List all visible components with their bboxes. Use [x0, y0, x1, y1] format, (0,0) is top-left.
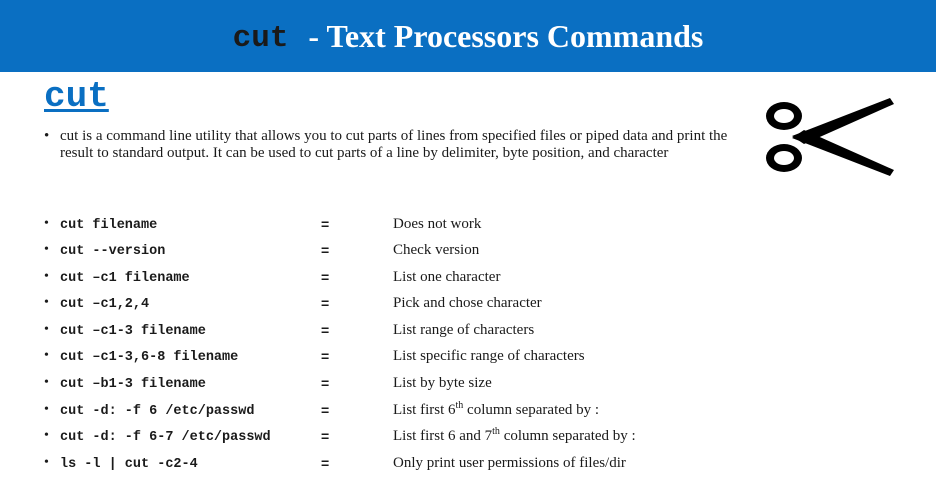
equals-sign: =	[321, 269, 330, 285]
command-text: cut –c1-3,6-8 filename	[60, 350, 239, 365]
title-banner: cut - Text Processors Commands	[0, 0, 936, 72]
command-row: • cut -d: -f 6-7 /etc/passwd = List firs…	[44, 426, 904, 450]
bullet-dot: •	[44, 402, 49, 417]
equals-sign: =	[321, 455, 330, 471]
command-description: List by byte size	[393, 375, 492, 391]
command-text: cut –c1 filename	[60, 271, 190, 286]
description-start: List first 6 and 7	[393, 428, 493, 444]
bullet-dot: •	[44, 295, 49, 310]
command-text: cut -d: -f 6 /etc/passwd	[60, 404, 255, 419]
bullet-dot: •	[44, 242, 49, 257]
command-description: Pick and chose character	[393, 295, 542, 311]
command-description: List first 6th column separated by :	[393, 401, 600, 419]
command-text: cut –c1,2,4	[60, 297, 150, 312]
equals-sign: =	[321, 216, 330, 232]
command-row: • cut --version = Check version	[44, 242, 904, 264]
command-row: • cut –b1-3 filename = List by byte size	[44, 375, 904, 397]
equals-sign: =	[321, 375, 330, 391]
equals-sign: =	[321, 348, 330, 364]
command-text: cut filename	[60, 218, 158, 233]
command-text: ls -l | cut -c2-4	[60, 457, 198, 472]
command-text: cut --version	[60, 244, 166, 259]
command-description: List range of characters	[393, 322, 535, 338]
bullet-dot: •	[44, 348, 49, 363]
equals-sign: =	[321, 322, 330, 338]
equals-sign: =	[321, 295, 330, 311]
description-end: column separated by :	[463, 402, 600, 418]
intro-bullet: • cut is a command line utility that all…	[44, 128, 744, 162]
command-row: • cut –c1 filename = List one character	[44, 269, 904, 291]
bullet-dot: •	[44, 428, 49, 443]
command-description: List one character	[393, 269, 501, 285]
slide-heading: cut	[44, 76, 109, 117]
command-description: List specific range of characters	[393, 348, 585, 364]
equals-sign: =	[321, 402, 330, 418]
command-row: • cut filename = Does not work	[44, 216, 904, 238]
description-end: column separated by :	[499, 428, 636, 444]
command-row: • ls -l | cut -c2-4 = Only print user pe…	[44, 455, 904, 477]
command-description: Check version	[393, 242, 480, 258]
title-command: cut	[232, 20, 289, 56]
command-row: • cut -d: -f 6 /etc/passwd = List first …	[44, 401, 904, 424]
command-description: List first 6 and 7th column separated by…	[393, 426, 636, 445]
bullet-dot: •	[44, 269, 49, 284]
command-description: Only print user permissions of files/dir	[393, 455, 626, 471]
title-text: - Text Processors Commands	[308, 17, 704, 54]
command-row: • cut –c1-3 filename = List range of cha…	[44, 322, 904, 344]
bullet-dot: •	[44, 375, 49, 390]
equals-sign: =	[321, 242, 330, 258]
equals-sign: =	[321, 428, 330, 444]
command-text: cut –c1-3 filename	[60, 324, 206, 339]
bullet-dot: •	[44, 128, 50, 144]
command-row: • cut –c1,2,4 = Pick and chose character	[44, 295, 904, 317]
bullet-dot: •	[44, 216, 49, 231]
command-description: Does not work	[393, 216, 482, 232]
intro-text: cut is a command line utility that allow…	[60, 128, 728, 161]
command-row: • cut –c1-3,6-8 filename = List specific…	[44, 348, 904, 370]
bullet-dot: •	[44, 455, 49, 470]
scissors-icon	[766, 98, 894, 176]
bullet-dot: •	[44, 322, 49, 337]
command-text: cut –b1-3 filename	[60, 377, 206, 392]
description-start: List first 6	[393, 402, 456, 418]
ordinal-suffix: th	[492, 426, 500, 437]
command-text: cut -d: -f 6-7 /etc/passwd	[60, 430, 271, 445]
